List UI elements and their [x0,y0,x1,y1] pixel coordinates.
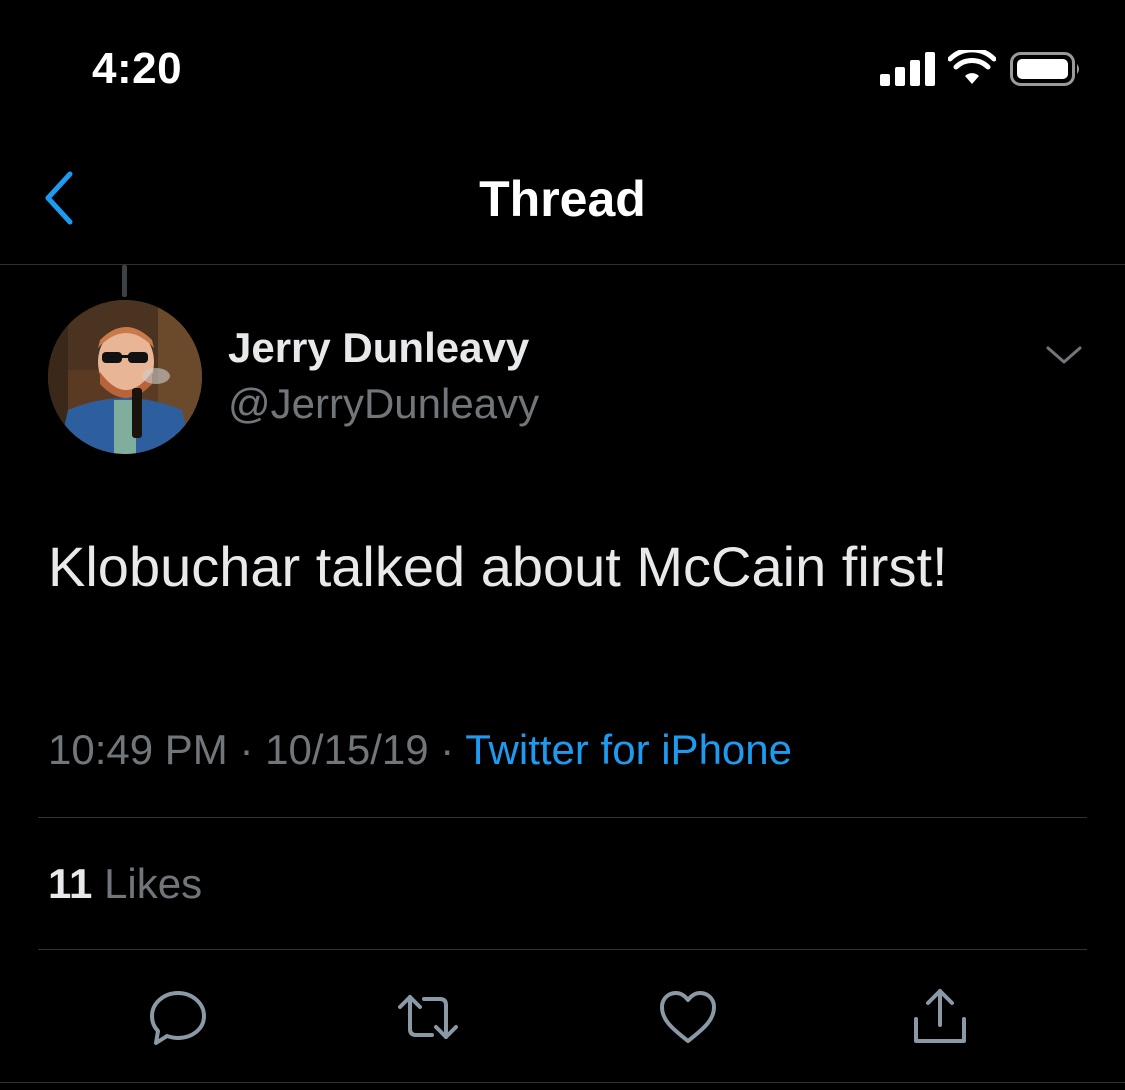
cellular-signal-icon [880,52,935,86]
likes-label: Likes [104,860,203,907]
display-name[interactable]: Jerry Dunleavy [228,324,529,372]
tweet-date: 10/15/19 [265,726,429,773]
reply-icon[interactable] [146,985,210,1049]
battery-icon [1010,52,1079,86]
divider [38,817,1087,818]
tweet-source-link[interactable]: Twitter for iPhone [465,726,792,773]
likes-count: 11 [48,860,93,907]
divider [38,949,1087,950]
username-handle[interactable]: @JerryDunleavy [228,380,539,428]
status-time: 4:20 [92,44,183,93]
wifi-icon [948,50,996,84]
separator-dot: · [227,726,266,773]
avatar[interactable] [48,300,202,454]
separator-dot: · [428,726,466,773]
retweet-icon[interactable] [396,985,460,1049]
avatar-photo [48,300,202,454]
chevron-down-icon[interactable] [1044,340,1084,370]
tweet-time: 10:49 PM [48,726,228,773]
likes-stat[interactable]: 11 Likes [48,860,202,908]
divider [0,1082,1125,1083]
thread-connector-line [122,265,127,297]
share-icon[interactable] [908,985,972,1049]
heart-icon[interactable] [656,985,720,1049]
tweet-text: Klobuchar talked about McCain first! [48,535,948,598]
header-divider [0,264,1125,265]
tweet-metadata: 10:49 PM · 10/15/19 · Twitter for iPhone [48,726,792,774]
page-title: Thread [479,171,646,227]
